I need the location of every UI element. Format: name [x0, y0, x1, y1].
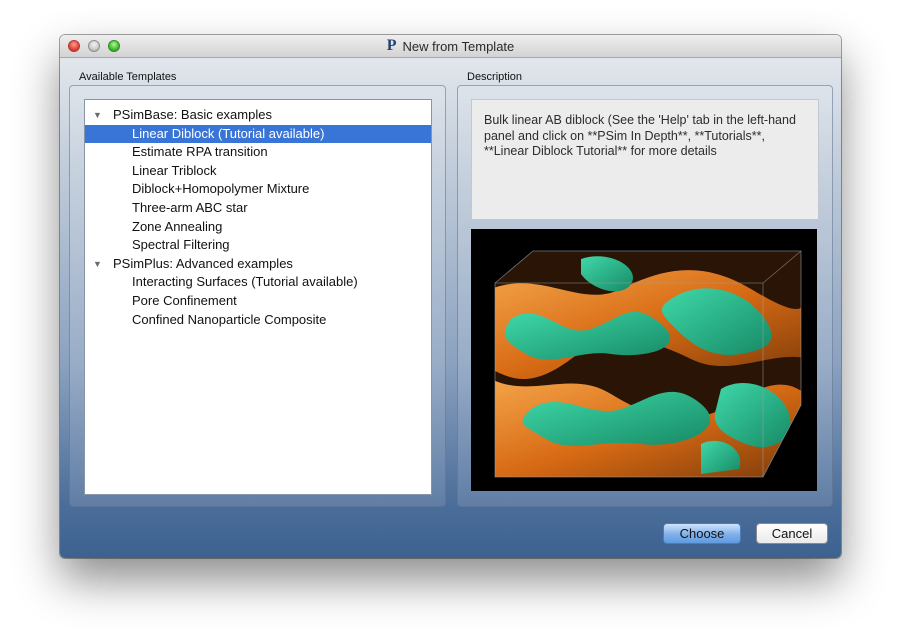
tree-item-label: Three-arm ABC star — [132, 199, 248, 215]
template-dialog-window: P New from Template Available Templates … — [60, 35, 841, 558]
tree-item-row[interactable]: Spectral Filtering — [85, 236, 431, 255]
tree-item-label: Spectral Filtering — [132, 237, 230, 253]
tree-rows: ▼ PSimBase: Basic examples Linear Diblock … — [85, 103, 431, 329]
choose-button[interactable]: Choose — [663, 523, 741, 544]
tree-item-row[interactable]: Zone Annealing — [85, 218, 431, 237]
template-preview-image — [471, 229, 817, 491]
tree-item-label: Estimate RPA transition — [132, 144, 268, 160]
tree-group-label: PSimBase: Basic examples — [113, 107, 272, 122]
tree-item-row[interactable]: Interacting Surfaces (Tutorial available… — [85, 273, 431, 292]
templates-tree[interactable]: ▼ PSimBase: Basic examples Linear Diblock … — [84, 99, 432, 495]
tree-item-label: Linear Triblock — [132, 162, 217, 178]
disclosure-triangle-icon[interactable]: ▼ — [93, 255, 102, 274]
window-title: New from Template — [402, 38, 515, 54]
tree-item-label: Zone Annealing — [132, 218, 223, 234]
tree-item-label: Interacting Surfaces (Tutorial available… — [132, 274, 358, 290]
tree-item-row[interactable]: Linear Diblock (Tutorial available) — [85, 124, 431, 144]
tree-group-row[interactable]: ▼ PSimPlus: Advanced examples — [85, 255, 431, 274]
tree-item-label: Linear Diblock (Tutorial available) — [132, 125, 325, 141]
tree-item-label: Confined Nanoparticle Composite — [132, 311, 327, 327]
description-label: Description — [467, 71, 523, 83]
tree-item-row[interactable]: Estimate RPA transition — [85, 143, 431, 162]
available-templates-label: Available Templates — [79, 71, 177, 83]
title-bar[interactable]: P New from Template — [60, 35, 841, 58]
description-box: Bulk linear AB diblock (See the 'Help' t… — [471, 99, 819, 220]
tree-item-row[interactable]: Diblock+Homopolymer Mixture — [85, 180, 431, 199]
tree-group-row[interactable]: ▼ PSimBase: Basic examples — [85, 106, 431, 125]
psim-app-icon: P — [386, 37, 397, 54]
tree-item-label: Diblock+Homopolymer Mixture — [132, 181, 310, 197]
gyroid-morphology-render — [471, 229, 817, 491]
tree-item-row[interactable]: Three-arm ABC star — [85, 199, 431, 218]
tree-group-label: PSimPlus: Advanced examples — [113, 255, 293, 271]
tree-item-row[interactable]: Linear Triblock — [85, 162, 431, 181]
description-text: Bulk linear AB diblock (See the 'Help' t… — [484, 113, 796, 158]
disclosure-triangle-icon[interactable]: ▼ — [93, 106, 102, 125]
title-group: P New from Template — [60, 35, 841, 57]
tree-item-label: Pore Confinement — [132, 292, 237, 308]
tree-item-row[interactable]: Pore Confinement — [85, 292, 431, 311]
tree-item-row[interactable]: Confined Nanoparticle Composite — [85, 311, 431, 330]
cancel-button[interactable]: Cancel — [756, 523, 828, 544]
